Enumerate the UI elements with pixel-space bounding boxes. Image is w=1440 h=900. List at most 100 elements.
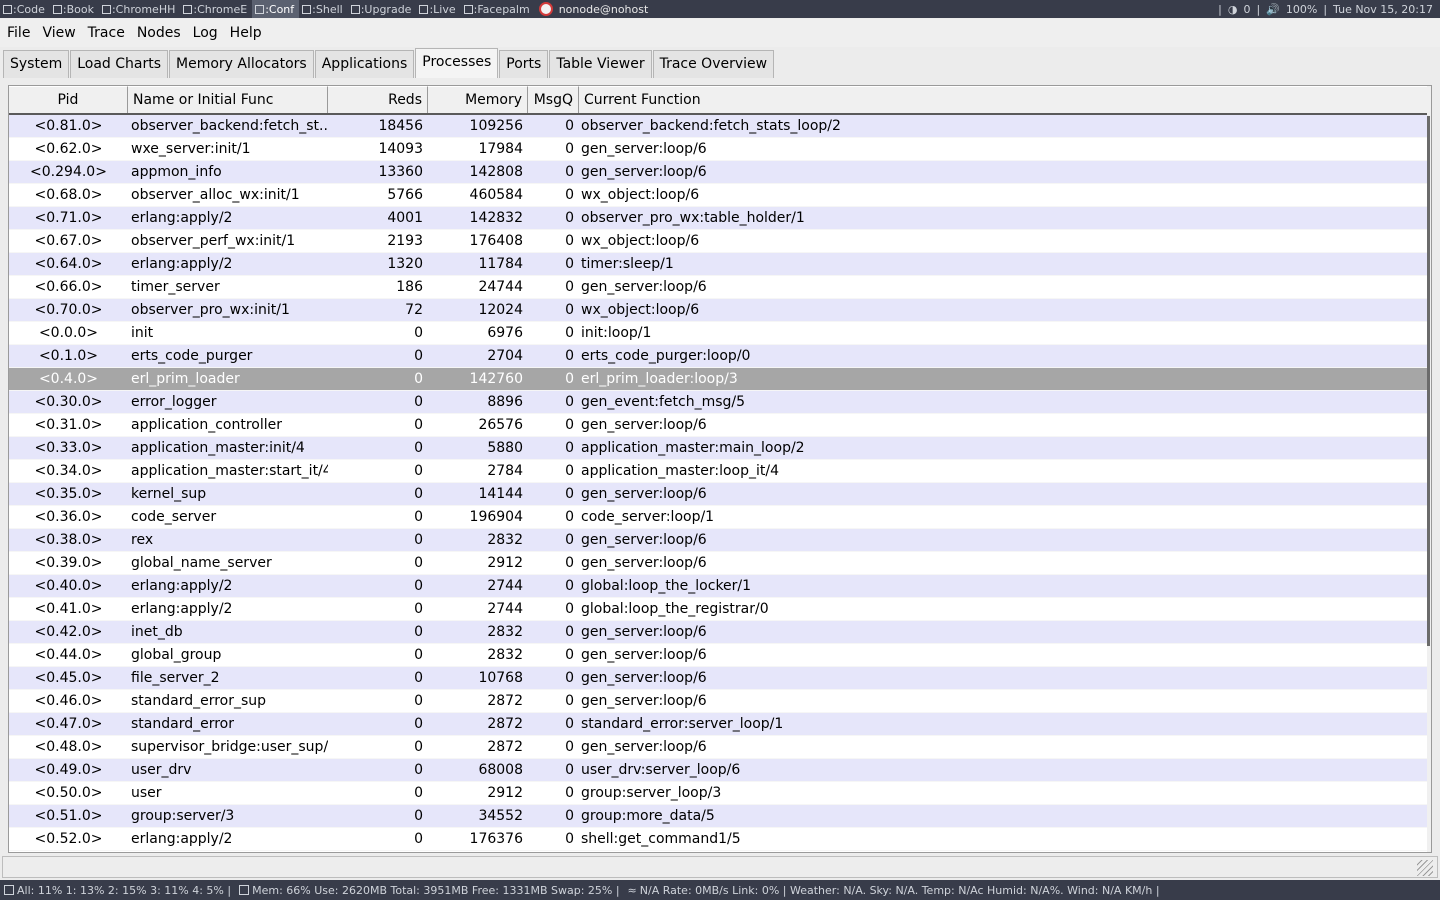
- process-table[interactable]: Pid Name or Initial Func Reds Memory Msg…: [8, 85, 1432, 853]
- active-window[interactable]: nonode@nohost: [538, 2, 648, 16]
- table-row[interactable]: <0.36.0> code_server 0 196904 0 code_server:l…: [9, 506, 1431, 529]
- workspace-5[interactable]: :Shell: [299, 0, 348, 18]
- table-row[interactable]: <0.71.0> erlang:apply/2 4001 142832 0 observe…: [9, 207, 1431, 230]
- table-row[interactable]: <0.35.0> kernel_sup 0 14144 0 gen_server:loop…: [9, 483, 1431, 506]
- cell-current-function: standard_error:server_loop/1: [581, 716, 784, 732]
- cell-pid: <0.38.0>: [34, 532, 103, 548]
- tab-trace-overview[interactable]: Trace Overview: [652, 50, 775, 78]
- tab-system[interactable]: System: [3, 50, 70, 78]
- table-row[interactable]: <0.39.0> global_name_server 0 2912 0 gen_serv…: [9, 552, 1431, 575]
- table-row[interactable]: <0.40.0> erlang:apply/2 0 2744 0 global:loop_…: [9, 575, 1431, 598]
- table-row[interactable]: <0.294.0> appmon_info 13360 142808 0 gen_serv…: [9, 161, 1431, 184]
- table-row[interactable]: <0.62.0> wxe_server:init/1 14093 17984 0 gen_…: [9, 138, 1431, 161]
- cell-current-function: observer_backend:fetch_stats_loop/2: [581, 118, 841, 134]
- column-header-pid[interactable]: Pid: [9, 86, 128, 113]
- workspace-2[interactable]: :ChromeHH: [99, 0, 180, 18]
- cell-current-function: gen_server:loop/6: [581, 555, 707, 571]
- table-row[interactable]: <0.42.0> inet_db 0 2832 0 gen_server:loop/6: [9, 621, 1431, 644]
- cell-msgq: 0: [565, 164, 574, 180]
- table-row[interactable]: <0.34.0> application_master:start_it/4 0 27…: [9, 460, 1431, 483]
- table-row[interactable]: <0.30.0> error_logger 0 8896 0 gen_event:fetc…: [9, 391, 1431, 414]
- table-row[interactable]: <0.48.0> supervisor_bridge:user_sup/1 0 287…: [9, 736, 1431, 759]
- cell-current-function: erl_prim_loader:loop/3: [581, 371, 738, 387]
- table-row[interactable]: <0.64.0> erlang:apply/2 1320 11784 0 timer:sl…: [9, 253, 1431, 276]
- menu-log[interactable]: Log: [186, 25, 223, 41]
- tab-load-charts[interactable]: Load Charts: [70, 50, 169, 78]
- workspace-0[interactable]: :Code: [0, 0, 50, 18]
- menu-nodes[interactable]: Nodes: [130, 25, 186, 41]
- cell-memory: 2704: [487, 348, 523, 364]
- column-header-reds[interactable]: Reds: [328, 86, 428, 113]
- table-row[interactable]: <0.4.0> erl_prim_loader 0 142760 0 erl_prim_l…: [9, 368, 1431, 391]
- resize-grip-icon[interactable]: [1417, 860, 1433, 876]
- cell-memory: 8896: [487, 394, 523, 410]
- table-row[interactable]: <0.52.0> erlang:apply/2 0 176376 0 shell:get_…: [9, 828, 1431, 851]
- table-row[interactable]: <0.47.0> standard_error 0 2872 0 standard_err…: [9, 713, 1431, 736]
- vertical-scrollbar[interactable]: [1427, 86, 1431, 852]
- workspace-7[interactable]: :Live: [416, 0, 460, 18]
- cell-pid: <0.50.0>: [34, 785, 103, 801]
- table-row[interactable]: <0.0.0> init 0 6976 0 init:loop/1: [9, 322, 1431, 345]
- menu-view[interactable]: View: [35, 25, 80, 41]
- table-row[interactable]: <0.1.0> erts_code_purger 0 2704 0 erts_code_p…: [9, 345, 1431, 368]
- tab-memory-allocators[interactable]: Memory Allocators: [169, 50, 314, 78]
- cell-msgq: 0: [565, 417, 574, 433]
- cell-current-function: erts_code_purger:loop/0: [581, 348, 751, 364]
- workspace-1[interactable]: :Book: [50, 0, 99, 18]
- table-row[interactable]: <0.45.0> file_server_2 0 10768 0 gen_server:l…: [9, 667, 1431, 690]
- table-row[interactable]: <0.51.0> group:server/3 0 34552 0 group:more_…: [9, 805, 1431, 828]
- cell-name: erlang:apply/2: [131, 210, 233, 226]
- table-row[interactable]: <0.50.0> user 0 2912 0 group:server_loop/3: [9, 782, 1431, 805]
- column-header-name[interactable]: Name or Initial Func: [128, 86, 328, 113]
- tab-processes[interactable]: Processes: [415, 48, 499, 78]
- cell-msgq: 0: [565, 555, 574, 571]
- table-row[interactable]: <0.44.0> global_group 0 2832 0 gen_server:loo…: [9, 644, 1431, 667]
- cell-memory: 2744: [487, 578, 523, 594]
- workspace-icon: [3, 4, 12, 14]
- table-row[interactable]: <0.81.0> observer_backend:fetch_st... 1845…: [9, 115, 1431, 138]
- menu-trace[interactable]: Trace: [81, 25, 130, 41]
- table-row[interactable]: <0.66.0> timer_server 186 24744 0 gen_server:…: [9, 276, 1431, 299]
- table-row[interactable]: <0.31.0> application_controller 0 26576 0 gen…: [9, 414, 1431, 437]
- cell-name: init: [131, 325, 154, 341]
- cell-reds: 0: [414, 509, 423, 525]
- cell-pid: <0.30.0>: [34, 394, 103, 410]
- cell-msgq: 0: [565, 601, 574, 617]
- cell-msgq: 0: [565, 831, 574, 847]
- cell-msgq: 0: [565, 187, 574, 203]
- menu-file[interactable]: File: [0, 25, 35, 41]
- menu-help[interactable]: Help: [223, 25, 267, 41]
- tab-ports[interactable]: Ports: [499, 50, 549, 78]
- volume-icon[interactable]: 🔊: [1266, 3, 1280, 16]
- tab-table-viewer[interactable]: Table Viewer: [549, 50, 652, 78]
- table-row[interactable]: <0.33.0> application_master:init/4 0 5880 0 a…: [9, 437, 1431, 460]
- table-row[interactable]: <0.38.0> rex 0 2832 0 gen_server:loop/6: [9, 529, 1431, 552]
- table-row[interactable]: <0.67.0> observer_perf_wx:init/1 2193 17640…: [9, 230, 1431, 253]
- cell-reds: 4001: [387, 210, 423, 226]
- column-header-msgq[interactable]: MsgQ: [528, 86, 579, 113]
- table-row[interactable]: <0.68.0> observer_alloc_wx:init/1 5766 4605…: [9, 184, 1431, 207]
- table-row[interactable]: <0.49.0> user_drv 0 68008 0 user_drv:server_l…: [9, 759, 1431, 782]
- clock[interactable]: Tue Nov 15, 20:17: [1333, 3, 1433, 16]
- cell-reds: 0: [414, 762, 423, 778]
- table-row[interactable]: <0.41.0> erlang:apply/2 0 2744 0 global:loop_…: [9, 598, 1431, 621]
- column-header-current-function[interactable]: Current Function: [579, 86, 1431, 113]
- cell-pid: <0.39.0>: [34, 555, 103, 571]
- scrollbar-thumb[interactable]: [1427, 116, 1430, 646]
- cell-msgq: 0: [565, 141, 574, 157]
- cell-msgq: 0: [565, 785, 574, 801]
- chat-icon[interactable]: ◑: [1228, 3, 1238, 16]
- cell-name: user_drv: [131, 762, 192, 778]
- cell-memory: 24744: [478, 279, 523, 295]
- workspace-8[interactable]: :Facepalm: [461, 0, 535, 18]
- tab-applications[interactable]: Applications: [314, 50, 415, 78]
- table-row[interactable]: <0.46.0> standard_error_sup 0 2872 0 gen_serv…: [9, 690, 1431, 713]
- column-header-memory[interactable]: Memory: [428, 86, 528, 113]
- workspace-6[interactable]: :Upgrade: [348, 0, 417, 18]
- cell-pid: <0.71.0>: [34, 210, 103, 226]
- cell-msgq: 0: [565, 578, 574, 594]
- table-row[interactable]: <0.70.0> observer_pro_wx:init/1 72 12024 0 wx…: [9, 299, 1431, 322]
- workspace-4[interactable]: :Conf: [252, 0, 300, 18]
- workspace-label: :Live: [429, 2, 456, 16]
- workspace-3[interactable]: :ChromeE: [180, 0, 252, 18]
